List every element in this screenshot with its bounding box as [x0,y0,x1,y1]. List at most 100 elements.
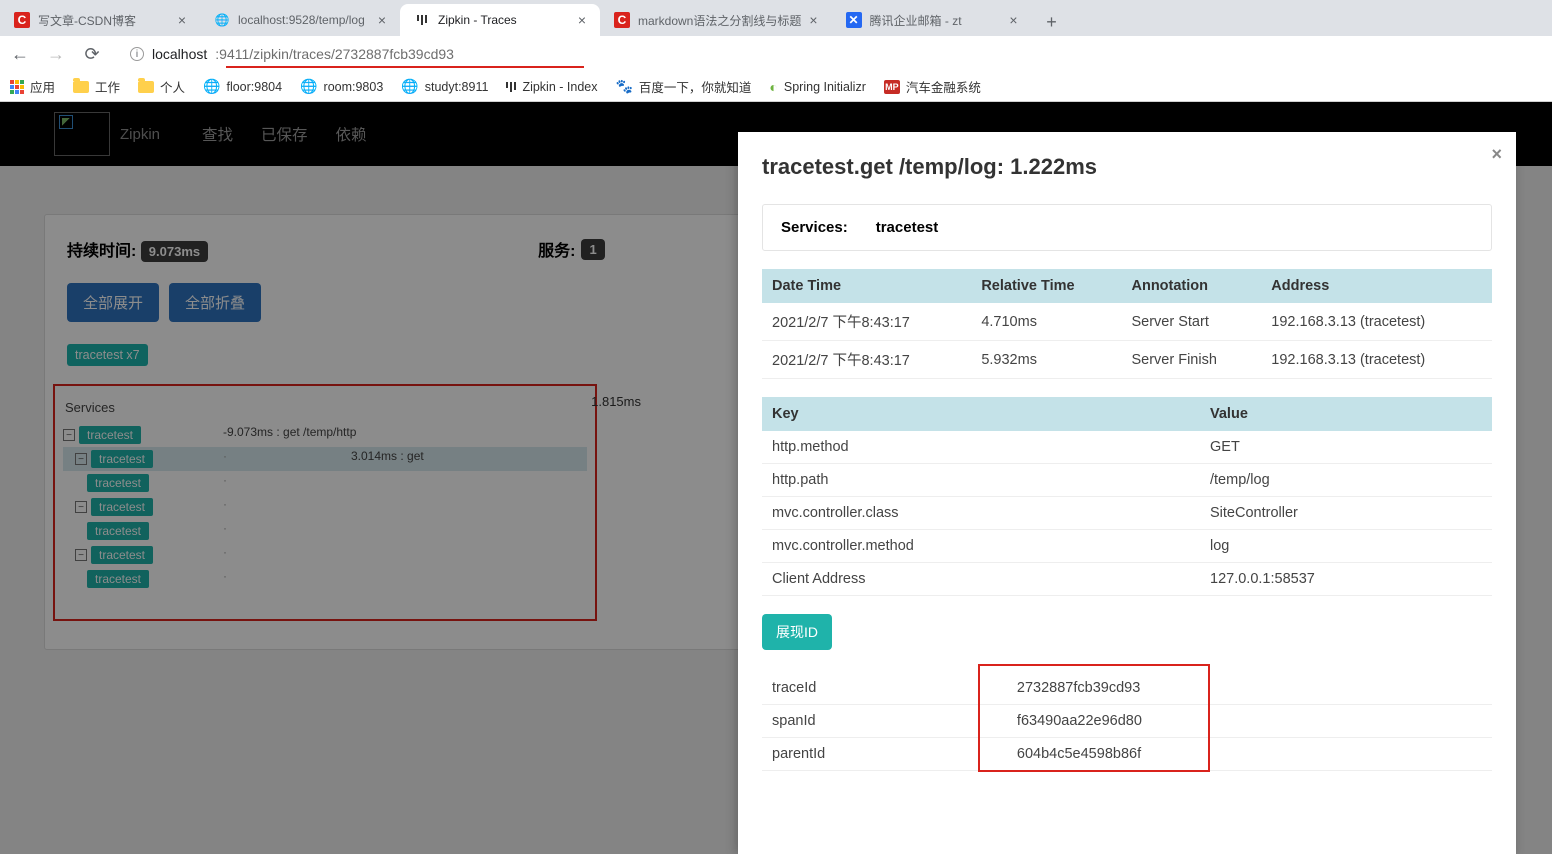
bookmark-label: 百度一下，你就知道 [639,77,752,96]
tab-title: 腾讯企业邮箱 - zt [870,12,1002,29]
folder-icon [138,81,154,93]
col-value: Value [1200,397,1492,431]
cell: traceId [762,672,1007,705]
bookmark-label: 汽车金融系统 [906,77,981,96]
bookmark-label: studyt:8911 [425,80,489,94]
bookmark-label: floor:9804 [226,80,282,94]
cell: SiteController [1200,497,1492,530]
back-icon[interactable]: ← [10,44,30,65]
close-icon[interactable]: × [378,12,386,28]
bookmark-carhome[interactable]: MP汽车金融系统 [884,77,981,96]
table-row: parentId604b4c5e4598b86f [762,738,1492,771]
bookmark-label: Zipkin - Index [522,80,597,94]
tab-2[interactable]: Zipkin - Traces × [400,4,600,36]
zipkin-icon [414,12,430,28]
cell: 2021/2/7 下午8:43:17 [762,341,971,379]
table-row: Client Address127.0.0.1:58537 [762,563,1492,596]
ids-block: traceId2732887fcb39cd93 spanIdf63490aa22… [762,672,1492,771]
paw-icon: 🐾 [615,78,632,95]
col-address: Address [1261,269,1492,303]
table-row: 2021/2/7 下午8:43:17 4.710ms Server Start … [762,303,1492,341]
cell: http.method [762,431,1200,464]
cell: 604b4c5e4598b86f [1007,738,1492,771]
table-row: 2021/2/7 下午8:43:17 5.932ms Server Finish… [762,341,1492,379]
tab-title: localhost:9528/temp/log [238,13,370,27]
address-bar[interactable]: i localhost :9411/zipkin/traces/2732887fc… [118,40,1542,68]
bookmark-baidu[interactable]: 🐾 百度一下，你就知道 [615,77,751,96]
bookmark-folder-personal[interactable]: 个人 [138,77,185,96]
cell: http.path [762,464,1200,497]
cell: mvc.controller.class [762,497,1200,530]
close-button[interactable]: × [1491,144,1502,165]
close-icon[interactable]: × [1009,12,1017,28]
apps-button[interactable]: 应用 [10,77,55,96]
bookmark-spring[interactable]: ◐ Spring Initializr [769,79,865,95]
annotations-table: Date Time Relative Time Annotation Addre… [762,269,1492,379]
tencent-icon: ✕ [846,12,862,28]
csdn-icon: C [14,12,30,28]
cell: 127.0.0.1:58537 [1200,563,1492,596]
bookmark-zipkin[interactable]: Zipkin - Index [506,80,597,94]
cell: 192.168.3.13 (tracetest) [1261,341,1492,379]
leaf-icon: ◐ [769,79,777,95]
col-key: Key [762,397,1200,431]
col-annotation: Annotation [1121,269,1261,303]
show-ids-button[interactable]: 展现ID [762,614,832,650]
cell: 192.168.3.13 (tracetest) [1261,303,1492,341]
folder-icon [73,81,89,93]
table-row: mvc.controller.methodlog [762,530,1492,563]
cell: Client Address [762,563,1200,596]
url-host: localhost [152,46,207,62]
close-icon[interactable]: × [578,12,586,28]
tab-4[interactable]: ✕ 腾讯企业邮箱 - zt × [832,4,1032,36]
tab-0[interactable]: C 写文章-CSDN博客 × [0,4,200,36]
col-datetime: Date Time [762,269,971,303]
reload-icon[interactable]: ⟳ [82,44,102,65]
url-path: :9411/zipkin/traces/2732887fcb39cd93 [215,46,454,62]
browser-chrome: C 写文章-CSDN博客 × 🌐 localhost:9528/temp/log… [0,0,1552,102]
tab-title: markdown语法之分割线与标题 [638,12,801,29]
table-row: mvc.controller.classSiteController [762,497,1492,530]
new-tab-button[interactable]: + [1038,8,1066,36]
tabs-row: C 写文章-CSDN博客 × 🌐 localhost:9528/temp/log… [0,0,1552,36]
tab-title: 写文章-CSDN博客 [38,12,170,29]
cell: GET [1200,431,1492,464]
ids-table: traceId2732887fcb39cd93 spanIdf63490aa22… [762,672,1492,771]
bookmark-label: 工作 [95,77,120,96]
forward-icon: → [46,44,66,65]
cell: spanId [762,705,1007,738]
address-row: ← → ⟳ i localhost :9411/zipkin/traces/273… [0,36,1552,72]
bookmark-label: 个人 [160,77,185,96]
bookmarks-bar: 应用 工作 个人 🌐 floor:9804 🌐 room:9803 🌐 studyt:… [0,72,1552,102]
table-row: http.methodGET [762,431,1492,464]
globe-icon: 🌐 [203,78,220,95]
bookmark-room[interactable]: 🌐 room:9803 [300,78,383,95]
zipkin-icon [506,82,516,92]
bookmark-label: Spring Initializr [784,80,866,94]
tab-1[interactable]: 🌐 localhost:9528/temp/log × [200,4,400,36]
globe-icon: 🌐 [300,78,317,95]
cell: 5.932ms [971,341,1121,379]
table-row: traceId2732887fcb39cd93 [762,672,1492,705]
cell: parentId [762,738,1007,771]
services-box: Services: tracetest [762,204,1492,251]
info-icon[interactable]: i [130,47,144,61]
bookmark-studyt[interactable]: 🌐 studyt:8911 [401,78,488,95]
cell: Server Finish [1121,341,1261,379]
cell: Server Start [1121,303,1261,341]
col-reltime: Relative Time [971,269,1121,303]
close-icon[interactable]: × [809,12,817,28]
globe-icon: 🌐 [401,78,418,95]
bookmark-label: room:9803 [324,80,384,94]
cell: 2021/2/7 下午8:43:17 [762,303,971,341]
tab-title: Zipkin - Traces [438,13,570,27]
cell: f63490aa22e96d80 [1007,705,1492,738]
tab-3[interactable]: C markdown语法之分割线与标题 × [600,4,832,36]
apps-icon [10,80,24,94]
csdn-icon: C [614,12,630,28]
bookmark-floor[interactable]: 🌐 floor:9804 [203,78,282,95]
bookmark-folder-work[interactable]: 工作 [73,77,120,96]
cell: mvc.controller.method [762,530,1200,563]
close-icon[interactable]: × [178,12,186,28]
table-row: spanIdf63490aa22e96d80 [762,705,1492,738]
